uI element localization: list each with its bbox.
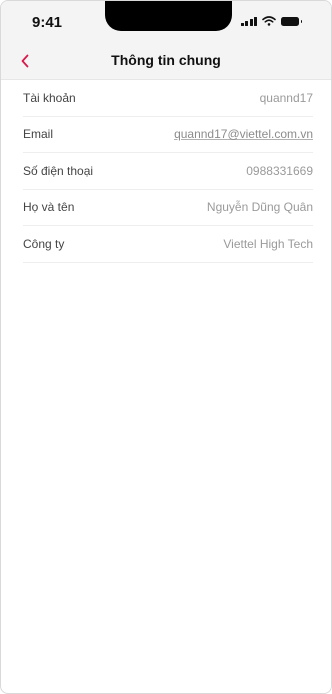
company-label: Công ty	[23, 236, 65, 251]
top-area: 9:41 Thông tin chung	[1, 1, 331, 80]
phone-screen: 9:41 Thông tin chung Tài khoản quannd17 …	[0, 0, 332, 694]
phone-label: Số điện thoại	[23, 163, 94, 178]
status-bar: 9:41	[1, 1, 331, 41]
info-row-email: Email quannd17@viettel.com.vn	[23, 117, 313, 153]
info-row-company: Công ty Viettel High Tech	[23, 226, 313, 263]
page-title: Thông tin chung	[111, 52, 221, 68]
battery-icon	[281, 16, 302, 26]
device-notch	[105, 1, 232, 31]
company-value: Viettel High Tech	[223, 236, 313, 251]
email-label: Email	[23, 127, 54, 142]
navigation-bar: Thông tin chung	[1, 41, 331, 80]
info-row-account: Tài khoản quannd17	[23, 80, 313, 117]
account-label: Tài khoản	[23, 90, 76, 105]
email-link[interactable]: quannd17@viettel.com.vn	[174, 127, 313, 141]
account-value: quannd17	[259, 90, 313, 105]
status-icons	[240, 16, 302, 26]
info-list: Tài khoản quannd17 Email quannd17@viette…	[1, 80, 331, 263]
phone-value: 0988331669	[246, 163, 313, 178]
fullname-label: Họ và tên	[23, 200, 75, 215]
fullname-value: Nguyễn Dũng Quân	[206, 200, 313, 215]
status-time: 9:41	[32, 14, 63, 31]
info-row-phone: Số điện thoại 0988331669	[23, 153, 313, 190]
cellular-signal-icon	[240, 16, 257, 26]
wifi-icon	[262, 16, 276, 26]
info-row-fullname: Họ và tên Nguyễn Dũng Quân	[23, 190, 313, 226]
